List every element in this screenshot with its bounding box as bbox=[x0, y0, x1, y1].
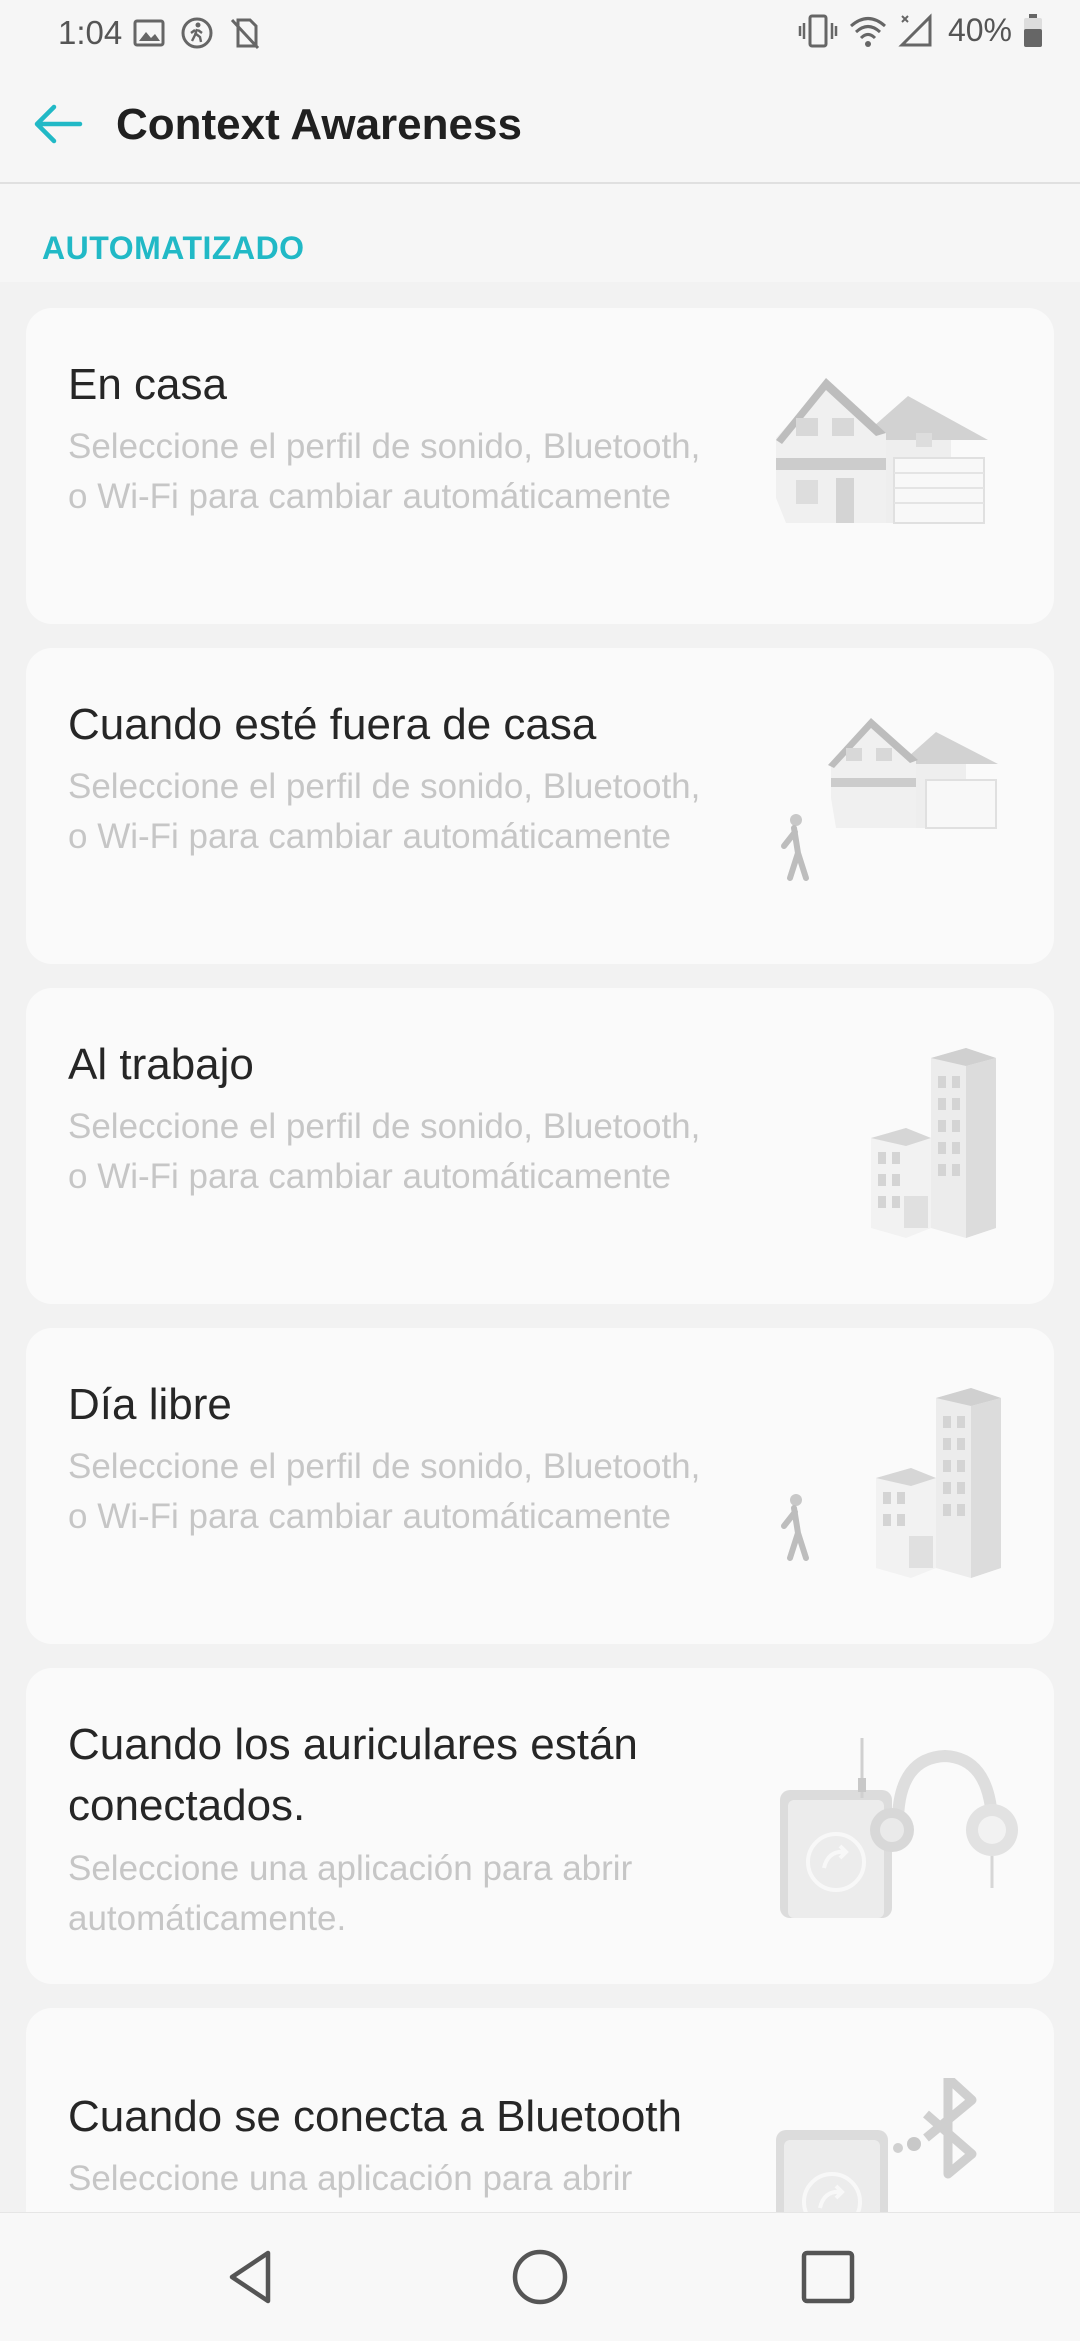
gallery-icon bbox=[133, 19, 165, 47]
navigation-bar bbox=[0, 2212, 1080, 2341]
card-description: Seleccione el perfil de sonido, Bluetoot… bbox=[68, 1447, 701, 1536]
card-description: Seleccione el perfil de sonido, Bluetoot… bbox=[68, 767, 701, 856]
house-icon bbox=[776, 378, 988, 524]
status-system-icons: 40% bbox=[798, 12, 1044, 49]
nav-back-icon[interactable] bbox=[216, 2241, 288, 2313]
section-header: AUTOMATIZADO bbox=[0, 184, 1080, 282]
card-day-off[interactable]: Día libre Seleccione el perfil de sonido… bbox=[26, 1328, 1054, 1644]
card-at-home[interactable]: En casa Seleccione el perfil de sonido, … bbox=[26, 308, 1054, 624]
card-title: Al trabajo bbox=[68, 1040, 254, 1089]
card-title: En casa bbox=[68, 360, 227, 409]
context-card-list: En casa Seleccione el perfil de sonido, … bbox=[0, 282, 1080, 2212]
card-at-work[interactable]: Al trabajo Seleccione el perfil de sonid… bbox=[26, 988, 1054, 1304]
status-time: 1:04 bbox=[58, 14, 123, 51]
wifi-icon bbox=[849, 16, 886, 47]
card-title: Día libre bbox=[68, 1380, 232, 1429]
card-away-from-home[interactable]: Cuando esté fuera de casa Seleccione el … bbox=[26, 648, 1054, 964]
card-title: Cuando esté fuera de casa bbox=[68, 700, 597, 749]
vibrate-icon bbox=[798, 14, 838, 47]
card-bluetooth-connected[interactable]: Cuando se conecta a Bluetooth Seleccione… bbox=[26, 2008, 1054, 2212]
cellular-signal-icon bbox=[898, 12, 932, 46]
office-building-icon bbox=[871, 1048, 996, 1238]
status-notification-icons bbox=[132, 16, 262, 50]
section-title: AUTOMATIZADO bbox=[42, 230, 305, 266]
card-headphones-connected[interactable]: Cuando los auriculares están conectados.… bbox=[26, 1668, 1054, 1984]
headphones-phone-icon bbox=[780, 1738, 1018, 1918]
nav-recents-icon[interactable] bbox=[792, 2241, 864, 2313]
battery-percentage: 40% bbox=[947, 12, 1012, 48]
card-title: Cuando se conecta a Bluetooth bbox=[68, 2092, 683, 2141]
status-bar: 1:04 40% bbox=[0, 0, 1080, 66]
walking-activity-icon bbox=[181, 17, 213, 49]
no-sim-icon bbox=[230, 18, 260, 50]
card-description: Seleccione una aplicación para abrir aut… bbox=[68, 2159, 633, 2212]
nav-home-icon[interactable] bbox=[504, 2241, 576, 2313]
card-description: Seleccione el perfil de sonido, Bluetoot… bbox=[68, 1107, 701, 1196]
leaving-home-icon bbox=[781, 718, 998, 881]
card-title: Cuando los auriculares están conectados. bbox=[68, 1720, 638, 1830]
day-off-icon bbox=[781, 1388, 1001, 1578]
battery-icon bbox=[1024, 13, 1042, 47]
page-title: Context Awareness bbox=[116, 100, 522, 149]
app-bar: Context Awareness bbox=[0, 66, 1080, 184]
back-arrow-icon[interactable] bbox=[28, 94, 88, 154]
card-description: Seleccione una aplicación para abrir aut… bbox=[68, 1849, 633, 1938]
card-description: Seleccione el perfil de sonido, Bluetoot… bbox=[68, 427, 701, 516]
bluetooth-phone-icon bbox=[776, 2078, 977, 2212]
